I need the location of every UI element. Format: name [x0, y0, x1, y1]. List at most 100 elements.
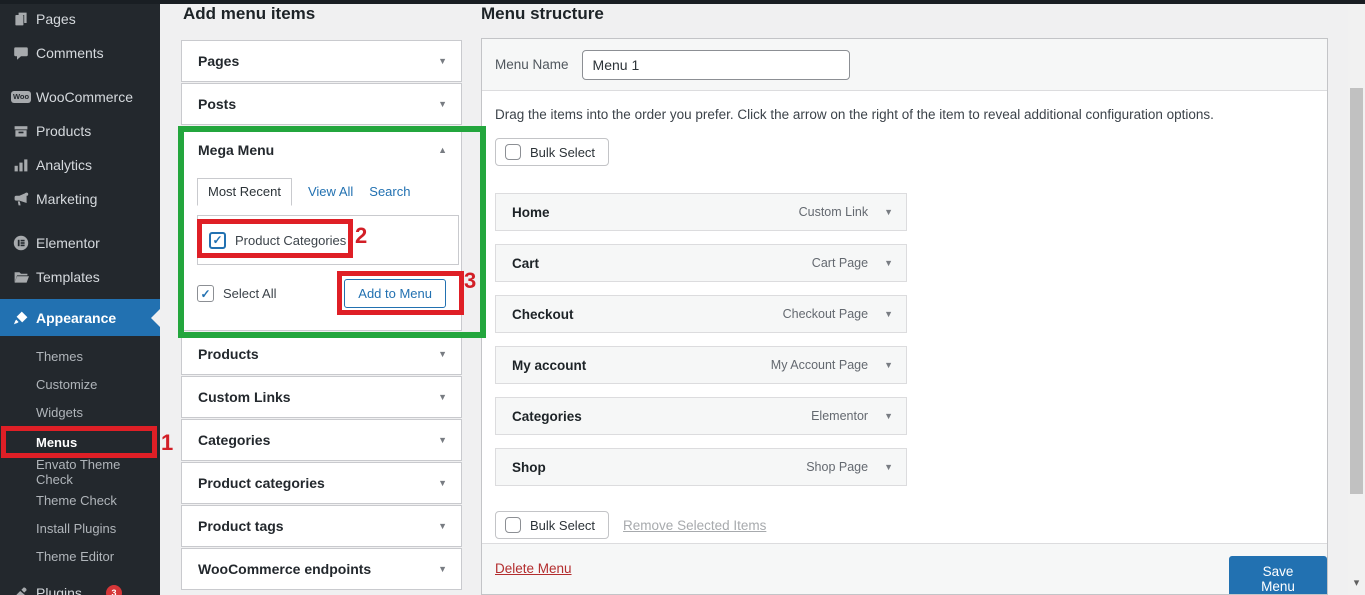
menu-item-row-cart[interactable]: Cart Cart Page ▼: [495, 244, 907, 282]
chevron-down-icon[interactable]: ▼: [884, 207, 893, 217]
accordion-posts[interactable]: Posts ▼: [181, 83, 462, 125]
menu-name-label: Menu Name: [495, 57, 569, 72]
plugins-count-badge: 3: [106, 585, 122, 595]
sidebar-item-label: Appearance: [36, 310, 116, 326]
accordion-custom-links[interactable]: Custom Links ▼: [181, 376, 462, 418]
sidebar-item-install-plugins[interactable]: Install Plugins: [0, 514, 160, 542]
bulk-select-toggle-top[interactable]: Bulk Select: [495, 138, 609, 166]
marketing-icon: [11, 189, 31, 209]
tab-view-all[interactable]: View All: [308, 184, 353, 206]
menu-item-row-checkout[interactable]: Checkout Checkout Page ▼: [495, 295, 907, 333]
chevron-down-icon[interactable]: ▼: [438, 435, 447, 445]
analytics-icon: [11, 155, 31, 175]
sidebar-item-label: Comments: [36, 45, 104, 61]
sidebar-item-theme-editor[interactable]: Theme Editor: [0, 542, 160, 570]
mega-menu-panel-body: Most Recent View All Search ✓ Product Ca…: [181, 169, 462, 331]
drag-instruction-text: Drag the items into the order you prefer…: [495, 107, 1275, 122]
plugins-icon: [11, 583, 31, 595]
sidebar-item-label: Pages: [36, 11, 76, 27]
chevron-down-icon[interactable]: ▼: [438, 521, 447, 531]
accordion-pages[interactable]: Pages ▼: [181, 40, 462, 82]
current-menu-notch: [151, 309, 160, 327]
sidebar-item-pages[interactable]: Pages: [0, 2, 160, 36]
chevron-up-icon[interactable]: ▲: [438, 145, 447, 155]
menu-name-input[interactable]: [582, 50, 850, 80]
admin-sidebar: Pages Comments Woo WooCommerce Products …: [0, 0, 160, 595]
chevron-down-icon[interactable]: ▼: [884, 411, 893, 421]
sidebar-item-woocommerce[interactable]: Woo WooCommerce: [0, 80, 160, 114]
mega-menu-tabs: Most Recent View All Search: [197, 178, 410, 206]
sidebar-item-envato-theme-check[interactable]: Envato Theme Check: [0, 458, 160, 486]
sidebar-item-themes[interactable]: Themes: [0, 342, 160, 370]
menu-item-row-shop[interactable]: Shop Shop Page ▼: [495, 448, 907, 486]
sidebar-item-label: WooCommerce: [36, 89, 133, 105]
checkbox-label: Product Categories: [235, 233, 346, 248]
annotation-step-3: 3: [464, 268, 476, 294]
sidebar-item-plugins[interactable]: Plugins 3: [0, 576, 160, 595]
add-to-menu-button[interactable]: Add to Menu: [344, 279, 446, 308]
scrollbar-thumb[interactable]: [1350, 88, 1363, 494]
accordion-mega-menu[interactable]: Mega Menu ▲: [181, 129, 462, 171]
save-menu-button[interactable]: Save Menu: [1229, 556, 1327, 595]
menu-item-row-my-account[interactable]: My account My Account Page ▼: [495, 346, 907, 384]
tab-search[interactable]: Search: [369, 184, 410, 206]
chevron-down-icon[interactable]: ▼: [438, 564, 447, 574]
chevron-down-icon[interactable]: ▼: [884, 309, 893, 319]
sidebar-item-menus[interactable]: Menus: [0, 428, 160, 456]
sidebar-item-comments[interactable]: Comments: [0, 36, 160, 70]
accordion-product-tags[interactable]: Product tags ▼: [181, 505, 462, 547]
annotation-step-1: 1: [161, 430, 173, 456]
bulk-select-checkbox[interactable]: [505, 144, 521, 160]
panel-footer: Delete Menu Save Menu: [482, 543, 1327, 595]
sidebar-item-label: Analytics: [36, 157, 92, 173]
bulk-select-checkbox[interactable]: [505, 517, 521, 533]
accordion-wc-endpoints[interactable]: WooCommerce endpoints ▼: [181, 548, 462, 590]
sidebar-item-appearance[interactable]: Appearance: [0, 299, 160, 336]
menu-structure-panel: Menu Name Drag the items into the order …: [481, 38, 1328, 595]
sidebar-item-label: Plugins: [36, 585, 82, 595]
page-title-add-menu-items: Add menu items: [183, 4, 315, 24]
menu-item-row-home[interactable]: Home Custom Link ▼: [495, 193, 907, 231]
sidebar-item-templates[interactable]: Templates: [0, 260, 160, 294]
tab-most-recent[interactable]: Most Recent: [197, 178, 292, 206]
sidebar-item-label: Templates: [36, 269, 100, 285]
products-icon: [11, 121, 31, 141]
chevron-down-icon[interactable]: ▼: [884, 360, 893, 370]
chevron-down-icon[interactable]: ▼: [884, 462, 893, 472]
sidebar-item-marketing[interactable]: Marketing: [0, 182, 160, 216]
chevron-down-icon[interactable]: ▼: [884, 258, 893, 268]
chevron-down-icon[interactable]: ▼: [438, 392, 447, 402]
page-title-menu-structure: Menu structure: [481, 4, 604, 24]
accordion-products[interactable]: Products ▼: [181, 333, 462, 375]
chevron-down-icon[interactable]: ▼: [438, 56, 447, 66]
chevron-down-icon[interactable]: ▼: [438, 99, 447, 109]
sidebar-item-label: Marketing: [36, 191, 97, 207]
templates-icon: [11, 267, 31, 287]
product-categories-checkbox[interactable]: ✓: [209, 232, 226, 249]
delete-menu-link[interactable]: Delete Menu: [495, 561, 572, 576]
sidebar-item-products[interactable]: Products: [0, 114, 160, 148]
wp-admin-menus-page: Pages Comments Woo WooCommerce Products …: [0, 0, 1365, 595]
menu-item-row-categories[interactable]: Categories Elementor ▼: [495, 397, 907, 435]
chevron-down-icon[interactable]: ▼: [438, 349, 447, 359]
select-all-label: Select All: [223, 286, 276, 301]
accordion-product-categories[interactable]: Product categories ▼: [181, 462, 462, 504]
appearance-icon: [11, 308, 31, 328]
sidebar-item-customize[interactable]: Customize: [0, 370, 160, 398]
select-all-control[interactable]: ✓ Select All: [197, 285, 276, 302]
vertical-scrollbar[interactable]: ▾: [1348, 4, 1365, 595]
sidebar-item-label: Elementor: [36, 235, 100, 251]
scrollbar-down-arrow[interactable]: ▾: [1348, 576, 1365, 589]
pages-icon: [11, 9, 31, 29]
remove-selected-items-link[interactable]: Remove Selected Items: [623, 518, 766, 533]
accordion-categories[interactable]: Categories ▼: [181, 419, 462, 461]
sidebar-item-elementor[interactable]: Elementor: [0, 226, 160, 260]
sidebar-item-analytics[interactable]: Analytics: [0, 148, 160, 182]
chevron-down-icon[interactable]: ▼: [438, 478, 447, 488]
admin-bar-edge: [0, 0, 1365, 4]
bulk-select-toggle-bottom[interactable]: Bulk Select: [495, 511, 609, 539]
menu-name-bar: Menu Name: [482, 39, 1327, 91]
sidebar-item-widgets[interactable]: Widgets: [0, 398, 160, 426]
select-all-checkbox[interactable]: ✓: [197, 285, 214, 302]
sidebar-item-theme-check[interactable]: Theme Check: [0, 486, 160, 514]
